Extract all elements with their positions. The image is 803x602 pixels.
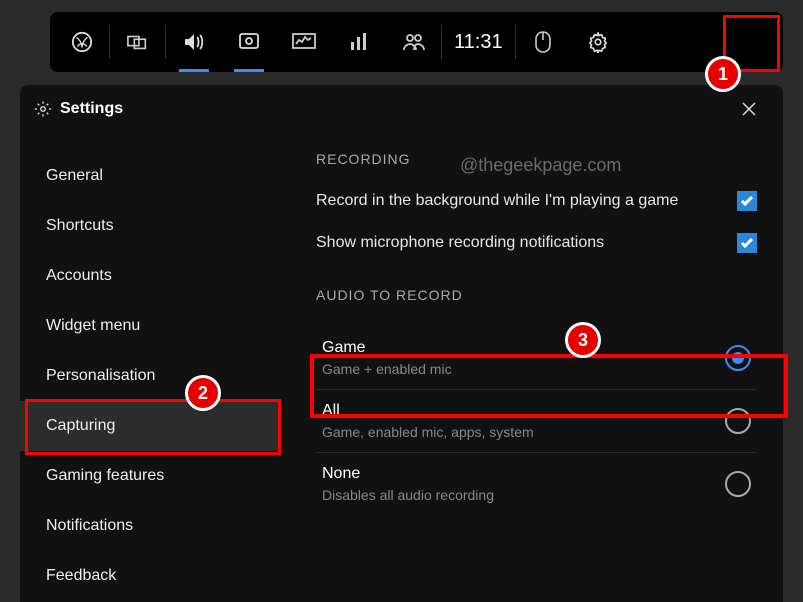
sidebar-item-label: Notifications: [46, 517, 133, 535]
radio-title: None: [322, 465, 494, 483]
xbox-icon[interactable]: [54, 12, 109, 72]
sidebar-item-label: Personalisation: [46, 367, 155, 385]
performance-icon[interactable]: [276, 12, 331, 72]
sidebar-item-accounts[interactable]: Accounts: [20, 251, 280, 301]
close-button[interactable]: [737, 93, 769, 125]
checkbox-row-mic-notifications[interactable]: Show microphone recording notifications: [316, 233, 757, 253]
watermark: @thegeekpage.com: [460, 155, 621, 176]
sidebar-item-personalisation[interactable]: Personalisation: [20, 351, 280, 401]
sidebar-item-label: Gaming features: [46, 467, 164, 485]
annotation-marker-3: 3: [565, 322, 601, 358]
resources-icon[interactable]: [331, 12, 386, 72]
settings-window: Settings General Shortcuts Accounts Widg…: [20, 85, 783, 602]
radio-option-none[interactable]: None Disables all audio recording: [316, 453, 757, 515]
settings-title: Settings: [60, 100, 123, 118]
sidebar-item-gaming-features[interactable]: Gaming features: [20, 451, 280, 501]
sidebar-item-label: Widget menu: [46, 317, 140, 335]
sidebar-item-label: Feedback: [46, 567, 116, 585]
settings-header: Settings: [20, 85, 783, 133]
sidebar-item-label: Shortcuts: [46, 217, 114, 235]
annotation-marker-1: 1: [705, 56, 741, 92]
radio-subtitle: Disables all audio recording: [322, 487, 494, 503]
sidebar-item-label: General: [46, 167, 103, 185]
clock: 11:31: [442, 12, 515, 72]
mouse-icon[interactable]: [516, 12, 571, 72]
highlight-radio-game: [310, 354, 788, 418]
checkbox[interactable]: [737, 233, 757, 253]
sidebar-item-shortcuts[interactable]: Shortcuts: [20, 201, 280, 251]
sidebar-item-label: Accounts: [46, 267, 112, 285]
gear-icon: [34, 100, 52, 118]
annotation-marker-2: 2: [185, 375, 221, 411]
close-icon: [741, 101, 757, 117]
checkbox-label: Show microphone recording notifications: [316, 234, 604, 252]
sidebar-item-notifications[interactable]: Notifications: [20, 501, 280, 551]
settings-icon[interactable]: [571, 12, 626, 72]
sidebar-item-widget-menu[interactable]: Widget menu: [20, 301, 280, 351]
check-icon: [740, 195, 754, 207]
checkbox[interactable]: [737, 191, 757, 211]
capture-icon[interactable]: [221, 12, 276, 72]
audio-icon[interactable]: [166, 12, 221, 72]
settings-sidebar: General Shortcuts Accounts Widget menu P…: [20, 133, 280, 602]
checkbox-row-record-background[interactable]: Record in the background while I'm playi…: [316, 191, 757, 211]
game-bar-topbar: 11:31: [50, 12, 783, 72]
radio-button[interactable]: [725, 471, 751, 497]
social-icon[interactable]: [386, 12, 441, 72]
radio-subtitle: Game, enabled mic, apps, system: [322, 424, 534, 440]
sidebar-item-feedback[interactable]: Feedback: [20, 551, 280, 601]
sidebar-item-general[interactable]: General: [20, 151, 280, 201]
highlight-capturing-item: [25, 399, 281, 455]
check-icon: [740, 237, 754, 249]
section-head-audio: AUDIO TO RECORD: [316, 287, 757, 303]
widgets-icon[interactable]: [110, 12, 165, 72]
checkbox-label: Record in the background while I'm playi…: [316, 192, 678, 210]
